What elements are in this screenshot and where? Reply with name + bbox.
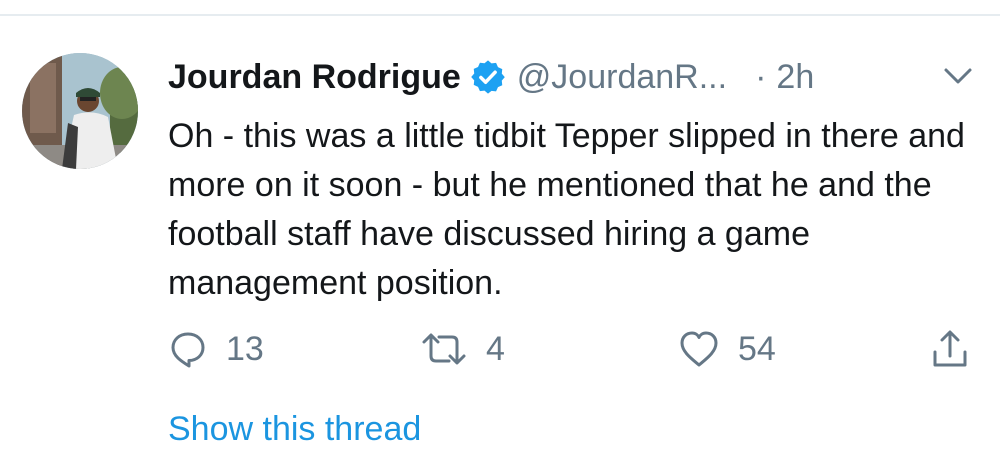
heart-icon xyxy=(680,331,718,367)
tweet-text: Oh - this was a little tidbit Tepper sli… xyxy=(168,117,965,302)
like-button[interactable]: 54 xyxy=(678,325,776,373)
tweet-header: Jourdan Rodrigue @JourdanR... · 2h xyxy=(168,52,814,102)
top-divider xyxy=(0,14,1000,16)
avatar[interactable] xyxy=(22,53,138,169)
avatar-photo xyxy=(22,53,138,169)
share-button[interactable] xyxy=(930,325,970,373)
chevron-down-icon[interactable] xyxy=(940,62,976,90)
author-name[interactable]: Jourdan Rodrigue xyxy=(168,58,461,97)
retweet-icon xyxy=(422,333,466,365)
reply-button[interactable]: 13 xyxy=(168,325,264,373)
retweet-count: 4 xyxy=(486,329,505,368)
verified-badge-icon xyxy=(469,58,507,96)
tweet-timestamp[interactable]: 2h xyxy=(776,58,814,97)
author-handle[interactable]: @JourdanR... xyxy=(517,58,727,97)
retweet-button[interactable]: 4 xyxy=(420,325,505,373)
show-thread-link[interactable]: Show this thread xyxy=(168,410,421,449)
share-icon xyxy=(933,330,967,367)
reply-icon xyxy=(171,332,205,368)
tweet-actions: 13 4 54 xyxy=(0,325,1000,373)
separator-dot: · xyxy=(755,57,767,96)
reply-count: 13 xyxy=(226,329,264,368)
like-count: 54 xyxy=(738,329,776,368)
